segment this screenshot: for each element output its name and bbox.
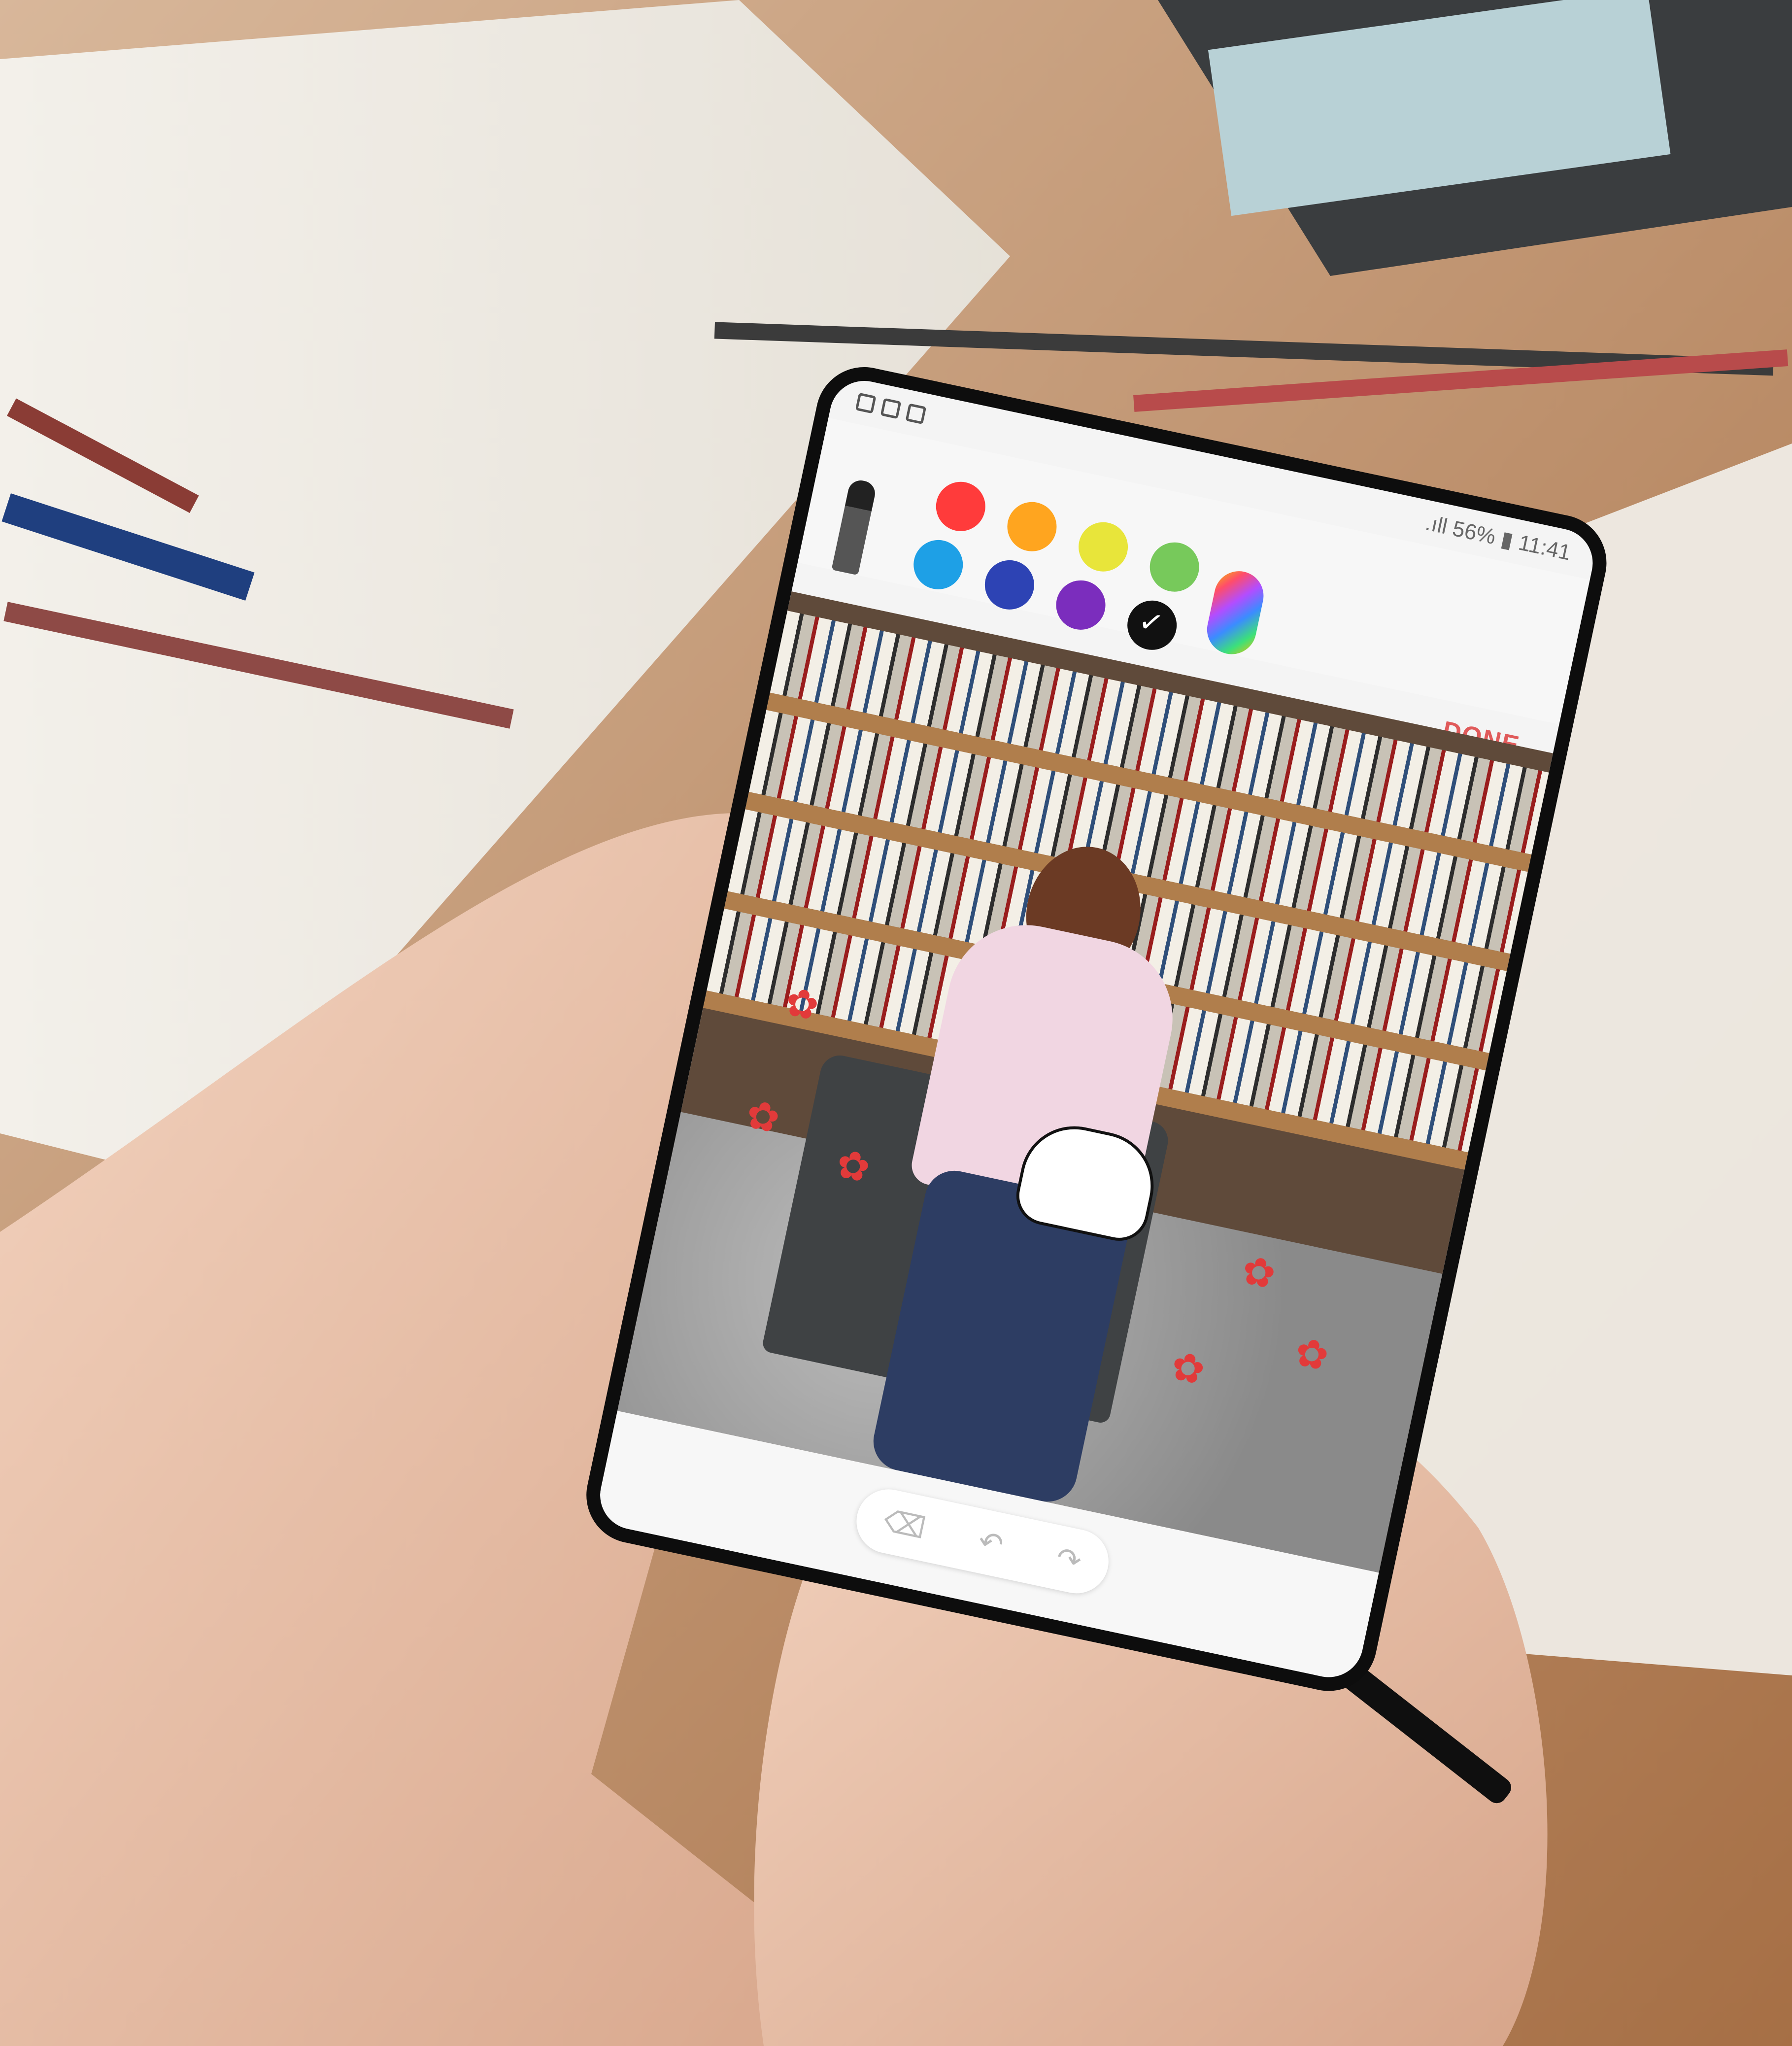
color-swatch-purple[interactable] <box>1051 576 1110 635</box>
pen-tool-button[interactable] <box>831 478 878 576</box>
color-swatch-orange[interactable] <box>1003 497 1061 556</box>
redo-icon[interactable]: ↷ <box>1053 1540 1084 1579</box>
color-swatch-black-selected[interactable] <box>1122 596 1182 655</box>
flower-doodle: ✿ <box>1291 1329 1333 1379</box>
flower-doodle: ✿ <box>742 1091 784 1142</box>
color-swatch-red[interactable] <box>931 477 990 536</box>
color-swatch-cyan[interactable] <box>909 535 968 594</box>
flower-doodle: ✿ <box>1167 1343 1209 1393</box>
sd-card-icon <box>905 403 927 425</box>
battery-icon: ▮ <box>1498 526 1516 553</box>
eraser-icon[interactable]: ⌫ <box>880 1503 929 1546</box>
color-swatch-blue[interactable] <box>980 555 1039 614</box>
color-picker-spectrum-button[interactable] <box>1202 566 1268 659</box>
gallery-notification-icon <box>855 392 877 414</box>
color-swatch-green[interactable] <box>1145 538 1204 596</box>
flower-doodle: ✿ <box>832 1141 874 1191</box>
color-swatch-yellow[interactable] <box>1074 517 1133 577</box>
clock: 11:41 <box>1516 530 1573 565</box>
flower-doodle: ✿ <box>1238 1247 1280 1297</box>
notification-icons <box>855 392 927 425</box>
signal-icon: .ıll <box>1423 510 1450 539</box>
undo-icon[interactable]: ↶ <box>975 1524 1007 1563</box>
flower-doodle: ✿ <box>781 979 823 1029</box>
battery-percent: 56% <box>1450 516 1498 549</box>
gallery-notification-icon <box>880 398 902 419</box>
